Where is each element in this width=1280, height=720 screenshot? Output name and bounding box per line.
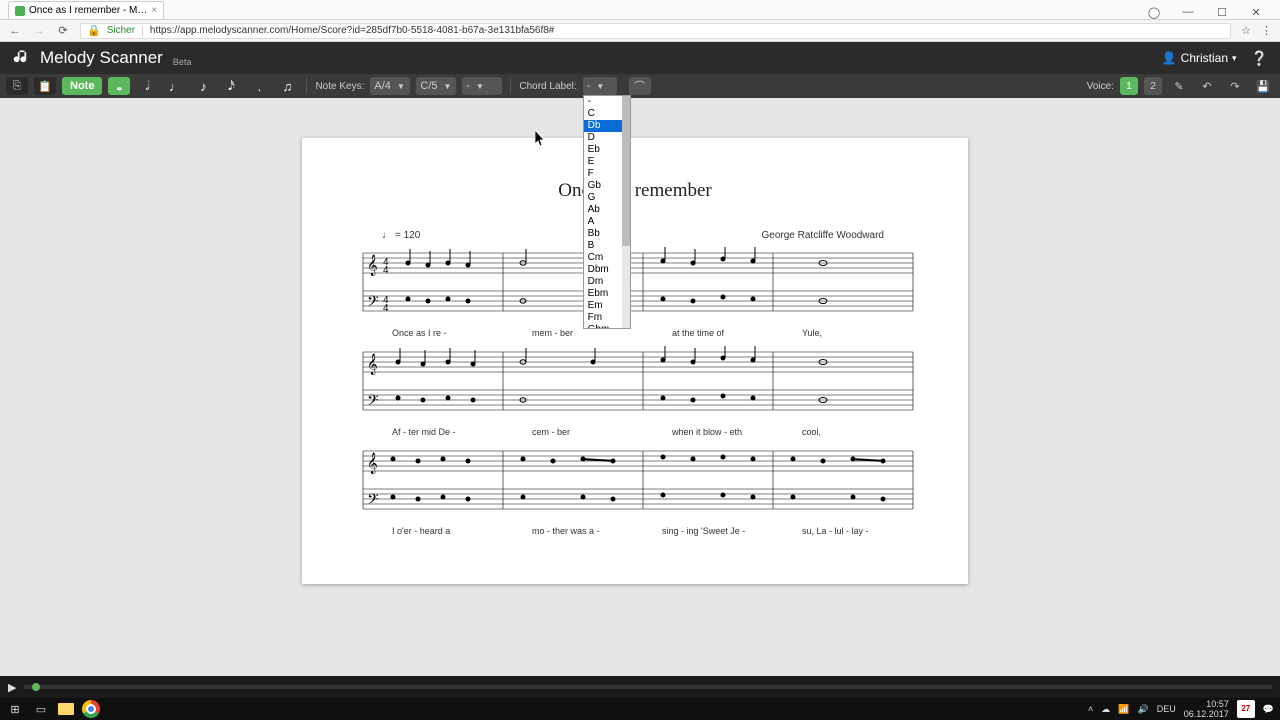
app-title: Melody Scanner bbox=[40, 48, 163, 68]
dot-button[interactable]: . bbox=[248, 77, 270, 95]
address-bar: ← → ⟳ 🔒 Sicher | https://app.melodyscann… bbox=[0, 20, 1280, 42]
sixteenth-note-button[interactable]: 𝅘𝅥𝅯 bbox=[220, 77, 242, 95]
logo-icon bbox=[12, 48, 32, 68]
play-button[interactable]: ▶ bbox=[8, 681, 16, 694]
notekey2-select[interactable]: C/5▼ bbox=[416, 77, 456, 95]
whole-note-button[interactable]: 𝅝 bbox=[108, 77, 130, 95]
user-icon: 👤 bbox=[1162, 51, 1177, 65]
secure-label: Sicher bbox=[107, 25, 135, 36]
onedrive-icon[interactable]: ☁ bbox=[1101, 704, 1110, 715]
playback-bar: ▶ bbox=[0, 676, 1280, 698]
app-header: Melody Scanner Beta 👤 Christian ▾ ❔ bbox=[0, 42, 1280, 74]
tray-chevron-icon[interactable]: ˄ bbox=[1088, 704, 1093, 714]
notifications-icon[interactable]: 💬 bbox=[1263, 704, 1274, 715]
svg-text:𝄞: 𝄞 bbox=[367, 354, 378, 375]
score-page: Once as I remember = 120 George Ratcliff… bbox=[302, 138, 968, 584]
workspace: Once as I remember = 120 George Ratcliff… bbox=[0, 98, 1280, 676]
close-window-icon[interactable]: ✕ bbox=[1244, 6, 1268, 19]
redo-button[interactable]: ↷ bbox=[1224, 77, 1246, 95]
minimize-icon[interactable]: — bbox=[1176, 6, 1200, 19]
chord-label-label: Chord Label: bbox=[519, 81, 576, 92]
clock[interactable]: 10:57 06.12.2017 bbox=[1184, 699, 1229, 719]
note-mode-button[interactable]: Note bbox=[62, 77, 102, 95]
dropdown-scroll-thumb[interactable] bbox=[622, 96, 630, 246]
staff-1: 𝄞 𝄢 44 44 bbox=[342, 247, 924, 323]
note-keys-label: Note Keys: bbox=[315, 81, 364, 92]
notekey1-select[interactable]: A/4▼ bbox=[370, 77, 410, 95]
svg-text:4: 4 bbox=[383, 265, 389, 276]
task-view-icon[interactable]: ▭ bbox=[32, 701, 50, 717]
browser-tab-strip: Once as I remember - M… × ◯ — ☐ ✕ bbox=[0, 0, 1280, 20]
reload-icon[interactable]: ⟳ bbox=[56, 24, 70, 37]
beta-label: Beta bbox=[173, 57, 192, 67]
tab-close-icon[interactable]: × bbox=[151, 5, 157, 16]
lyrics-row-2: Af - ter mid De - cem - ber when it blow… bbox=[342, 427, 924, 437]
chrome-menu-icon[interactable]: ⋮ bbox=[1261, 24, 1272, 37]
url-input[interactable]: 🔒 Sicher | https://app.melodyscanner.com… bbox=[80, 23, 1231, 39]
browser-tab[interactable]: Once as I remember - M… × bbox=[8, 1, 164, 19]
lyrics-row-3: I o'er - heard a mo - ther was a - sing … bbox=[342, 526, 924, 536]
voice-1-button[interactable]: 1 bbox=[1120, 77, 1138, 95]
start-button[interactable]: ⊞ bbox=[6, 701, 24, 717]
beam-button[interactable]: ♫ bbox=[276, 77, 298, 95]
svg-text:4: 4 bbox=[383, 303, 389, 314]
progress-handle[interactable] bbox=[32, 683, 40, 691]
lock-icon: 🔒 bbox=[87, 24, 101, 37]
svg-text:𝄢: 𝄢 bbox=[367, 293, 379, 313]
language-indicator[interactable]: DEU bbox=[1157, 704, 1176, 714]
chord-dropdown[interactable]: -CDbDEbEFGbGAbABbBCmDbmDmEbmEmFmGbm bbox=[583, 95, 631, 329]
app-logo[interactable]: Melody Scanner Beta bbox=[12, 48, 191, 68]
chrome-icon[interactable] bbox=[82, 700, 100, 718]
staff-2: 𝄞𝄢 bbox=[342, 346, 924, 422]
svg-text:𝄞: 𝄞 bbox=[367, 255, 378, 276]
help-icon[interactable]: ❔ bbox=[1251, 50, 1268, 67]
toolbar: ⎘ 📋 Note 𝅝 𝅗𝅥 ♩ ♪ 𝅘𝅥𝅯 . ♫ Note Keys: A/4… bbox=[0, 74, 1280, 98]
system-1[interactable]: 𝄞 𝄢 44 44 bbox=[342, 247, 928, 338]
quarter-note-button[interactable]: ♩ bbox=[164, 77, 186, 95]
favicon bbox=[15, 6, 25, 16]
composer: George Ratcliffe Woodward bbox=[762, 230, 884, 241]
explorer-icon[interactable] bbox=[58, 703, 74, 715]
url-text: https://app.melodyscanner.com/Home/Score… bbox=[150, 25, 554, 36]
volume-icon[interactable]: 🔊 bbox=[1138, 704, 1149, 715]
save-button[interactable]: 💾 bbox=[1252, 77, 1274, 95]
notekey3-select[interactable]: -▼ bbox=[462, 77, 502, 95]
system-tray: ˄ ☁ 📶 🔊 DEU 10:57 06.12.2017 27 💬 bbox=[1088, 699, 1274, 719]
user-icon[interactable]: ◯ bbox=[1142, 6, 1166, 19]
user-name: Christian bbox=[1181, 51, 1228, 65]
forward-icon[interactable]: → bbox=[32, 25, 46, 37]
eighth-note-button[interactable]: ♪ bbox=[192, 77, 214, 95]
calendar-badge[interactable]: 27 bbox=[1237, 700, 1255, 718]
svg-text:𝄞: 𝄞 bbox=[367, 453, 378, 474]
lyrics-row-1: Once as I re - mem - ber at the time of … bbox=[342, 328, 924, 338]
chord-label-select[interactable]: -▼ -CDbDEbEFGbGAbABbBCmDbmDmEbmEmFmGbm bbox=[583, 77, 617, 95]
progress-track[interactable] bbox=[24, 685, 1272, 689]
back-icon[interactable]: ← bbox=[8, 25, 22, 37]
network-icon[interactable]: 📶 bbox=[1118, 704, 1129, 715]
system-3[interactable]: 𝄞𝄢 I o'er - heard a mo - ther was a - si… bbox=[342, 445, 928, 536]
system-2[interactable]: 𝄞𝄢 Af - ter mid De - cem - ber when it b… bbox=[342, 346, 928, 437]
edit-button[interactable]: ✎ bbox=[1168, 77, 1190, 95]
undo-button[interactable]: ↶ bbox=[1196, 77, 1218, 95]
window-controls: ◯ — ☐ ✕ bbox=[1130, 6, 1280, 19]
svg-text:𝄢: 𝄢 bbox=[367, 491, 379, 511]
paste-button[interactable]: 📋 bbox=[34, 77, 56, 95]
svg-text:𝄢: 𝄢 bbox=[367, 392, 379, 412]
tab-title: Once as I remember - M… bbox=[29, 5, 147, 16]
copy-button[interactable]: ⎘ bbox=[6, 77, 28, 95]
tempo-marking: = 120 bbox=[382, 230, 420, 241]
maximize-icon[interactable]: ☐ bbox=[1210, 6, 1234, 19]
user-menu[interactable]: 👤 Christian ▾ bbox=[1162, 51, 1237, 65]
staff-3: 𝄞𝄢 bbox=[342, 445, 924, 521]
score-title: Once as I remember bbox=[342, 180, 928, 202]
half-note-button[interactable]: 𝅗𝅥 bbox=[136, 77, 158, 95]
voice-2-button[interactable]: 2 bbox=[1144, 77, 1162, 95]
chevron-down-icon: ▾ bbox=[1232, 53, 1237, 64]
bookmark-icon[interactable]: ☆ bbox=[1241, 24, 1251, 37]
windows-taskbar: ⊞ ▭ ˄ ☁ 📶 🔊 DEU 10:57 06.12.2017 27 💬 bbox=[0, 698, 1280, 720]
tie-button[interactable]: ⌒ bbox=[629, 77, 651, 95]
voice-label: Voice: bbox=[1087, 81, 1114, 92]
